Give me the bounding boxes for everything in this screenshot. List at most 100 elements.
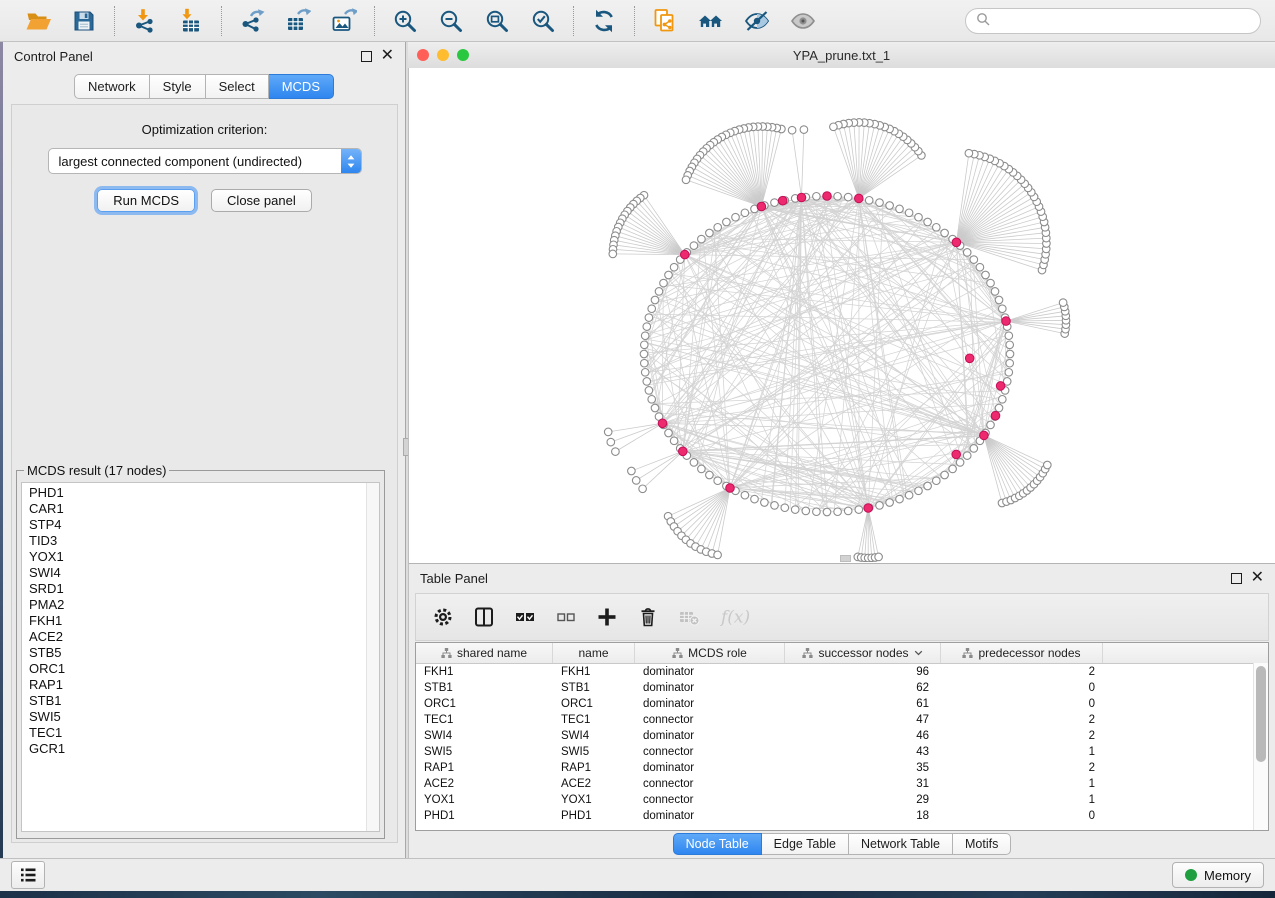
- mcds-result-item[interactable]: TEC1: [29, 725, 379, 741]
- delete-column-button[interactable]: [637, 606, 659, 628]
- close-table-panel-button[interactable]: ✕: [1251, 572, 1264, 584]
- close-mcds-panel-button[interactable]: Close panel: [211, 189, 312, 212]
- export-table-button[interactable]: [283, 6, 313, 36]
- network-window-titlebar[interactable]: YPA_prune.txt_1: [408, 42, 1275, 69]
- tab-mcds[interactable]: MCDS: [269, 74, 334, 99]
- window-minimize-button[interactable]: [437, 49, 449, 61]
- column-header-shared-name[interactable]: shared name: [416, 643, 553, 663]
- column-header-successor-nodes[interactable]: successor nodes: [785, 643, 941, 663]
- run-mcds-button[interactable]: Run MCDS: [97, 189, 195, 212]
- import-network-button[interactable]: [130, 6, 160, 36]
- table-row[interactable]: FKH1FKH1dominator962: [416, 664, 1268, 680]
- zoom-in-button[interactable]: [390, 6, 420, 36]
- memory-button[interactable]: Memory: [1172, 862, 1264, 888]
- table-row[interactable]: TEC1TEC1connector472: [416, 712, 1268, 728]
- table-cell: 1: [941, 746, 1109, 758]
- export-network-button[interactable]: [237, 6, 267, 36]
- open-file-icon: [25, 8, 51, 34]
- zoom-out-button[interactable]: [436, 6, 466, 36]
- mcds-result-item[interactable]: ACE2: [29, 629, 379, 645]
- mcds-result-item[interactable]: PHD1: [29, 485, 379, 501]
- task-history-button[interactable]: [11, 861, 45, 889]
- tab-select[interactable]: Select: [206, 74, 269, 99]
- search-box[interactable]: [965, 8, 1261, 34]
- mcds-result-item[interactable]: PMA2: [29, 597, 379, 613]
- hide-selected-button[interactable]: [742, 6, 772, 36]
- table-row[interactable]: RAP1RAP1dominator352: [416, 760, 1268, 776]
- float-panel-button[interactable]: [361, 51, 372, 62]
- column-header-name[interactable]: name: [553, 643, 635, 663]
- zoom-fit-button[interactable]: [482, 6, 512, 36]
- mcds-result-list[interactable]: PHD1CAR1STP4TID3YOX1SWI4SRD1PMA2FKH1ACE2…: [21, 482, 380, 832]
- tab-node-table[interactable]: Node Table: [673, 833, 762, 855]
- table-cell: 2: [941, 730, 1109, 742]
- tab-edge-table[interactable]: Edge Table: [762, 833, 849, 855]
- table-cell: 35: [785, 762, 941, 774]
- zoom-selected-button[interactable]: [528, 6, 558, 36]
- table-row[interactable]: SWI5SWI5connector431: [416, 744, 1268, 760]
- column-header-predecessor-nodes[interactable]: predecessor nodes: [941, 643, 1103, 663]
- deselect-all-button[interactable]: [555, 606, 577, 628]
- open-file-button[interactable]: [23, 6, 53, 36]
- tab-network-table[interactable]: Network Table: [849, 833, 953, 855]
- table-row[interactable]: STB1STB1dominator620: [416, 680, 1268, 696]
- window-zoom-button[interactable]: [457, 49, 469, 61]
- table-scrollbar[interactable]: [1253, 663, 1268, 830]
- mcds-result-item[interactable]: STP4: [29, 517, 379, 533]
- table-scrollbar-thumb[interactable]: [1256, 666, 1266, 762]
- refresh-icon: [591, 8, 617, 34]
- table-cell: 2: [941, 666, 1109, 678]
- table-row[interactable]: ORC1ORC1dominator610: [416, 696, 1268, 712]
- mcds-result-item[interactable]: SRD1: [29, 581, 379, 597]
- mcds-result-item[interactable]: CAR1: [29, 501, 379, 517]
- tab-motifs[interactable]: Motifs: [953, 833, 1011, 855]
- mcds-result-item[interactable]: TID3: [29, 533, 379, 549]
- delete-table-button: [678, 606, 700, 628]
- mcds-result-item[interactable]: STB1: [29, 693, 379, 709]
- column-label: predecessor nodes: [978, 646, 1080, 660]
- table-cell: 18: [785, 810, 941, 822]
- float-table-panel-button[interactable]: [1231, 573, 1242, 584]
- import-table-button[interactable]: [176, 6, 206, 36]
- table-row[interactable]: SWI4SWI4dominator462: [416, 728, 1268, 744]
- mcds-result-item[interactable]: ORC1: [29, 661, 379, 677]
- refresh-button[interactable]: [589, 6, 619, 36]
- show-columns-button[interactable]: [473, 606, 495, 628]
- mcds-result-item[interactable]: SWI4: [29, 565, 379, 581]
- mcds-result-item[interactable]: GCR1: [29, 741, 379, 757]
- tab-network[interactable]: Network: [74, 74, 150, 99]
- save-session-button[interactable]: [69, 6, 99, 36]
- clone-network-button[interactable]: [650, 6, 680, 36]
- main-toolbar: [0, 0, 1275, 42]
- first-neighbors-button[interactable]: [696, 6, 726, 36]
- mcds-result-item[interactable]: SWI5: [29, 709, 379, 725]
- function-builder-button: f(x): [719, 606, 753, 628]
- table-row[interactable]: PHD1PHD1dominator180: [416, 808, 1268, 824]
- table-row[interactable]: ACE2ACE2connector311: [416, 776, 1268, 792]
- export-image-button[interactable]: [329, 6, 359, 36]
- add-column-button[interactable]: [596, 606, 618, 628]
- mcds-result-item[interactable]: STB5: [29, 645, 379, 661]
- window-close-button[interactable]: [417, 49, 429, 61]
- mcds-result-item[interactable]: FKH1: [29, 613, 379, 629]
- table-cell: connector: [635, 778, 785, 790]
- column-header-mcds-role[interactable]: MCDS role: [635, 643, 785, 663]
- select-all-button[interactable]: [514, 606, 536, 628]
- tab-style[interactable]: Style: [150, 74, 206, 99]
- network-canvas[interactable]: [408, 68, 1275, 563]
- mcds-result-item[interactable]: RAP1: [29, 677, 379, 693]
- select-all-icon: [514, 606, 536, 628]
- optimization-criterion-select[interactable]: largest connected component (undirected): [48, 148, 362, 174]
- canvas-resize-grip[interactable]: [840, 555, 851, 562]
- table-cell: 61: [785, 698, 941, 710]
- table-row[interactable]: YOX1YOX1connector291: [416, 792, 1268, 808]
- table-cell: 47: [785, 714, 941, 726]
- column-label: shared name: [457, 646, 527, 660]
- search-input[interactable]: [996, 12, 1250, 29]
- table-cell: dominator: [635, 730, 785, 742]
- mcds-list-scrollbar[interactable]: [366, 483, 379, 831]
- show-all-button[interactable]: [788, 6, 818, 36]
- close-panel-button[interactable]: ✕: [381, 50, 394, 62]
- table-settings-button[interactable]: [432, 606, 454, 628]
- mcds-result-item[interactable]: YOX1: [29, 549, 379, 565]
